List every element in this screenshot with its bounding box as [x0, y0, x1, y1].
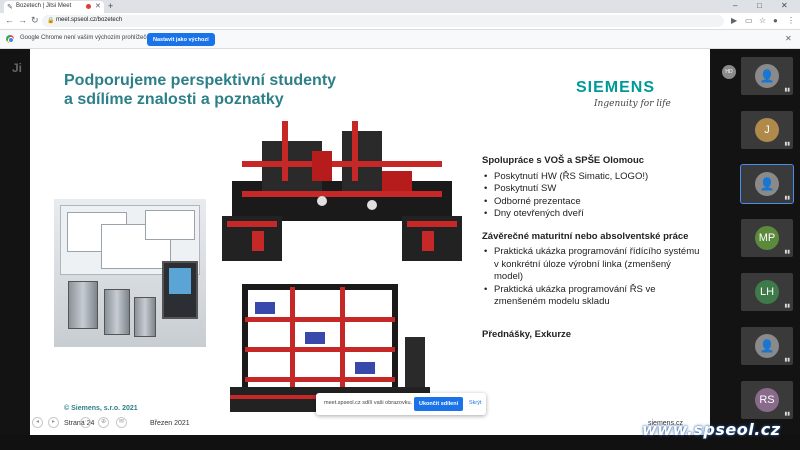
back-arrow-icon[interactable]: ←: [5, 15, 14, 25]
jitsi-watermark-icon: Ji: [12, 61, 23, 75]
meeting-stage: Ji Podporujeme perspektivní studenty a s…: [0, 49, 800, 435]
slide-title-line1: Podporujeme perspektivní studenty: [64, 72, 337, 89]
share-banner-text: meet.spseol.cz sdílí vaši obrazovku.: [324, 400, 413, 406]
infobar-close-icon[interactable]: ✕: [785, 34, 792, 43]
siemens-tagline: Ingenuity for life: [594, 99, 671, 109]
browser-toolbar: ← → ↻ 🔒 meet.spseol.cz/bozetech ▶ ▭ ☆ ● …: [0, 13, 800, 30]
siemens-logo: SIEMENS: [576, 79, 656, 96]
prev-slide-icon[interactable]: ◂: [32, 417, 43, 428]
participant-avatar: LH: [755, 280, 779, 304]
participant-avatar: RS: [755, 388, 779, 412]
slide-copyright: © Siemens, s.r.o. 2021: [64, 405, 138, 412]
participant-tile[interactable]: RS ▮▮: [741, 381, 793, 419]
maximize-icon[interactable]: □: [757, 1, 762, 10]
connection-status-icon: ▮▮: [784, 87, 790, 93]
connection-status-icon: ▮▮: [784, 141, 790, 147]
slide-options-icon[interactable]: ⋯: [80, 417, 91, 428]
recording-indicator-icon: [86, 4, 91, 9]
tab-title: Bozetech | Jitsi Meet: [16, 3, 72, 9]
slide-date: Březen 2021: [150, 420, 190, 427]
participant-tile[interactable]: 👤 ▮▮: [741, 327, 793, 365]
list-item: Dny otevřených dveří: [482, 208, 702, 221]
list-item: Praktická ukázka programování řídícího s…: [482, 246, 702, 284]
connection-status-icon: ▮▮: [784, 303, 790, 309]
participant-tile[interactable]: 👤 ▮▮: [741, 57, 793, 95]
default-browser-infobar: Google Chrome není vaším výchozím prohlí…: [0, 30, 800, 49]
participant-tile[interactable]: LH ▮▮: [741, 273, 793, 311]
stop-sharing-button[interactable]: Ukončit sdílení: [414, 397, 464, 411]
user-silhouette-icon: 👤: [755, 172, 779, 196]
list-item: Odborné prezentace: [482, 196, 702, 209]
list-item: Praktická ukázka programování ŘS ve zmen…: [482, 284, 702, 309]
slide-title: Podporujeme perspektivní studenty a sdíl…: [64, 71, 364, 109]
spseol-watermark: www.spseol.cz: [642, 420, 781, 439]
section2-heading: Závěrečné maturitní nebo absolventské pr…: [482, 230, 689, 242]
browser-tab-strip: ✎ Bozetech | Jitsi Meet ✕ + – □ ✕: [0, 0, 800, 13]
production-line-model-image: [222, 121, 462, 261]
connection-status-icon: ▮▮: [784, 357, 790, 363]
self-view-badge[interactable]: HD: [722, 65, 736, 79]
connection-status-icon: ▮▮: [784, 411, 790, 417]
cast-icon[interactable]: ▭: [745, 16, 753, 25]
user-silhouette-icon: 👤: [755, 64, 779, 88]
browser-tab[interactable]: ✎ Bozetech | Jitsi Meet ✕: [4, 1, 104, 13]
camera-icon[interactable]: ▶: [731, 16, 737, 25]
hardware-photo: [54, 199, 206, 347]
address-bar[interactable]: 🔒 meet.spseol.cz/bozetech: [42, 15, 724, 27]
section1-list: Poskytnutí HW (ŘS Simatic, LOGO!) Poskyt…: [482, 171, 702, 221]
connection-status-icon: ▮▮: [784, 249, 790, 255]
infobar-message: Google Chrome není vaším výchozím prohlí…: [20, 35, 155, 41]
jitsi-favicon-icon: ✎: [7, 4, 13, 11]
plc-module: [104, 289, 130, 335]
screen-share-banner: meet.spseol.cz sdílí vaši obrazovku. Uko…: [316, 393, 486, 415]
plc-device: [68, 281, 98, 329]
shared-slide: Podporujeme perspektivní studenty a sdíl…: [30, 49, 710, 435]
participant-avatar: J: [755, 118, 779, 142]
participant-tile[interactable]: MP ▮▮: [741, 219, 793, 257]
slide-title-line2: a sdílíme znalosti a poznatky: [64, 91, 284, 108]
section2-list: Praktická ukázka programování řídícího s…: [482, 246, 702, 309]
hmi-panel: [162, 261, 198, 319]
list-item: Poskytnutí HW (ŘS Simatic, LOGO!): [482, 171, 702, 184]
tab-close-icon[interactable]: ✕: [95, 2, 101, 10]
section3-heading: Přednášky, Exkurze: [482, 328, 572, 340]
slide-zoom-icon[interactable]: ⊕: [98, 417, 109, 428]
slide-text-column: Spolupráce s VOŠ a SPŠE Olomouc Poskytnu…: [482, 155, 702, 344]
minimize-icon[interactable]: –: [733, 1, 737, 10]
slide-comment-icon[interactable]: ✉: [116, 417, 127, 428]
participants-filmstrip: 👤 ▮▮ J ▮▮ 👤 ▮▮ MP ▮▮ LH ▮▮ 👤 ▮▮ RS ▮▮: [740, 49, 796, 435]
reload-icon[interactable]: ↻: [31, 15, 39, 26]
window-close-icon[interactable]: ✕: [781, 1, 788, 10]
hide-banner-button[interactable]: Skrýt: [469, 400, 482, 406]
lock-icon: 🔒: [47, 18, 55, 24]
section1-heading: Spolupráce s VOŠ a SPŠE Olomouc: [482, 155, 645, 166]
participant-tile[interactable]: J ▮▮: [741, 111, 793, 149]
url-text: meet.spseol.cz/bozetech: [56, 17, 123, 23]
menu-dots-icon[interactable]: ⋮: [787, 16, 795, 25]
participant-tile[interactable]: 👤 ▮▮: [740, 164, 794, 204]
list-item: Poskytnutí SW: [482, 183, 702, 196]
connection-status-icon: ▮▮: [784, 195, 790, 201]
new-tab-button[interactable]: +: [108, 1, 113, 11]
io-module: [134, 297, 156, 337]
participant-avatar: MP: [755, 226, 779, 250]
forward-arrow-icon[interactable]: →: [18, 15, 27, 25]
set-default-button[interactable]: Nastavit jako výchozí: [147, 33, 215, 46]
star-icon[interactable]: ☆: [759, 16, 766, 25]
chrome-logo-icon: [6, 35, 14, 43]
profile-icon[interactable]: ●: [773, 16, 778, 25]
user-silhouette-icon: 👤: [755, 334, 779, 358]
next-slide-icon[interactable]: ▸: [48, 417, 59, 428]
